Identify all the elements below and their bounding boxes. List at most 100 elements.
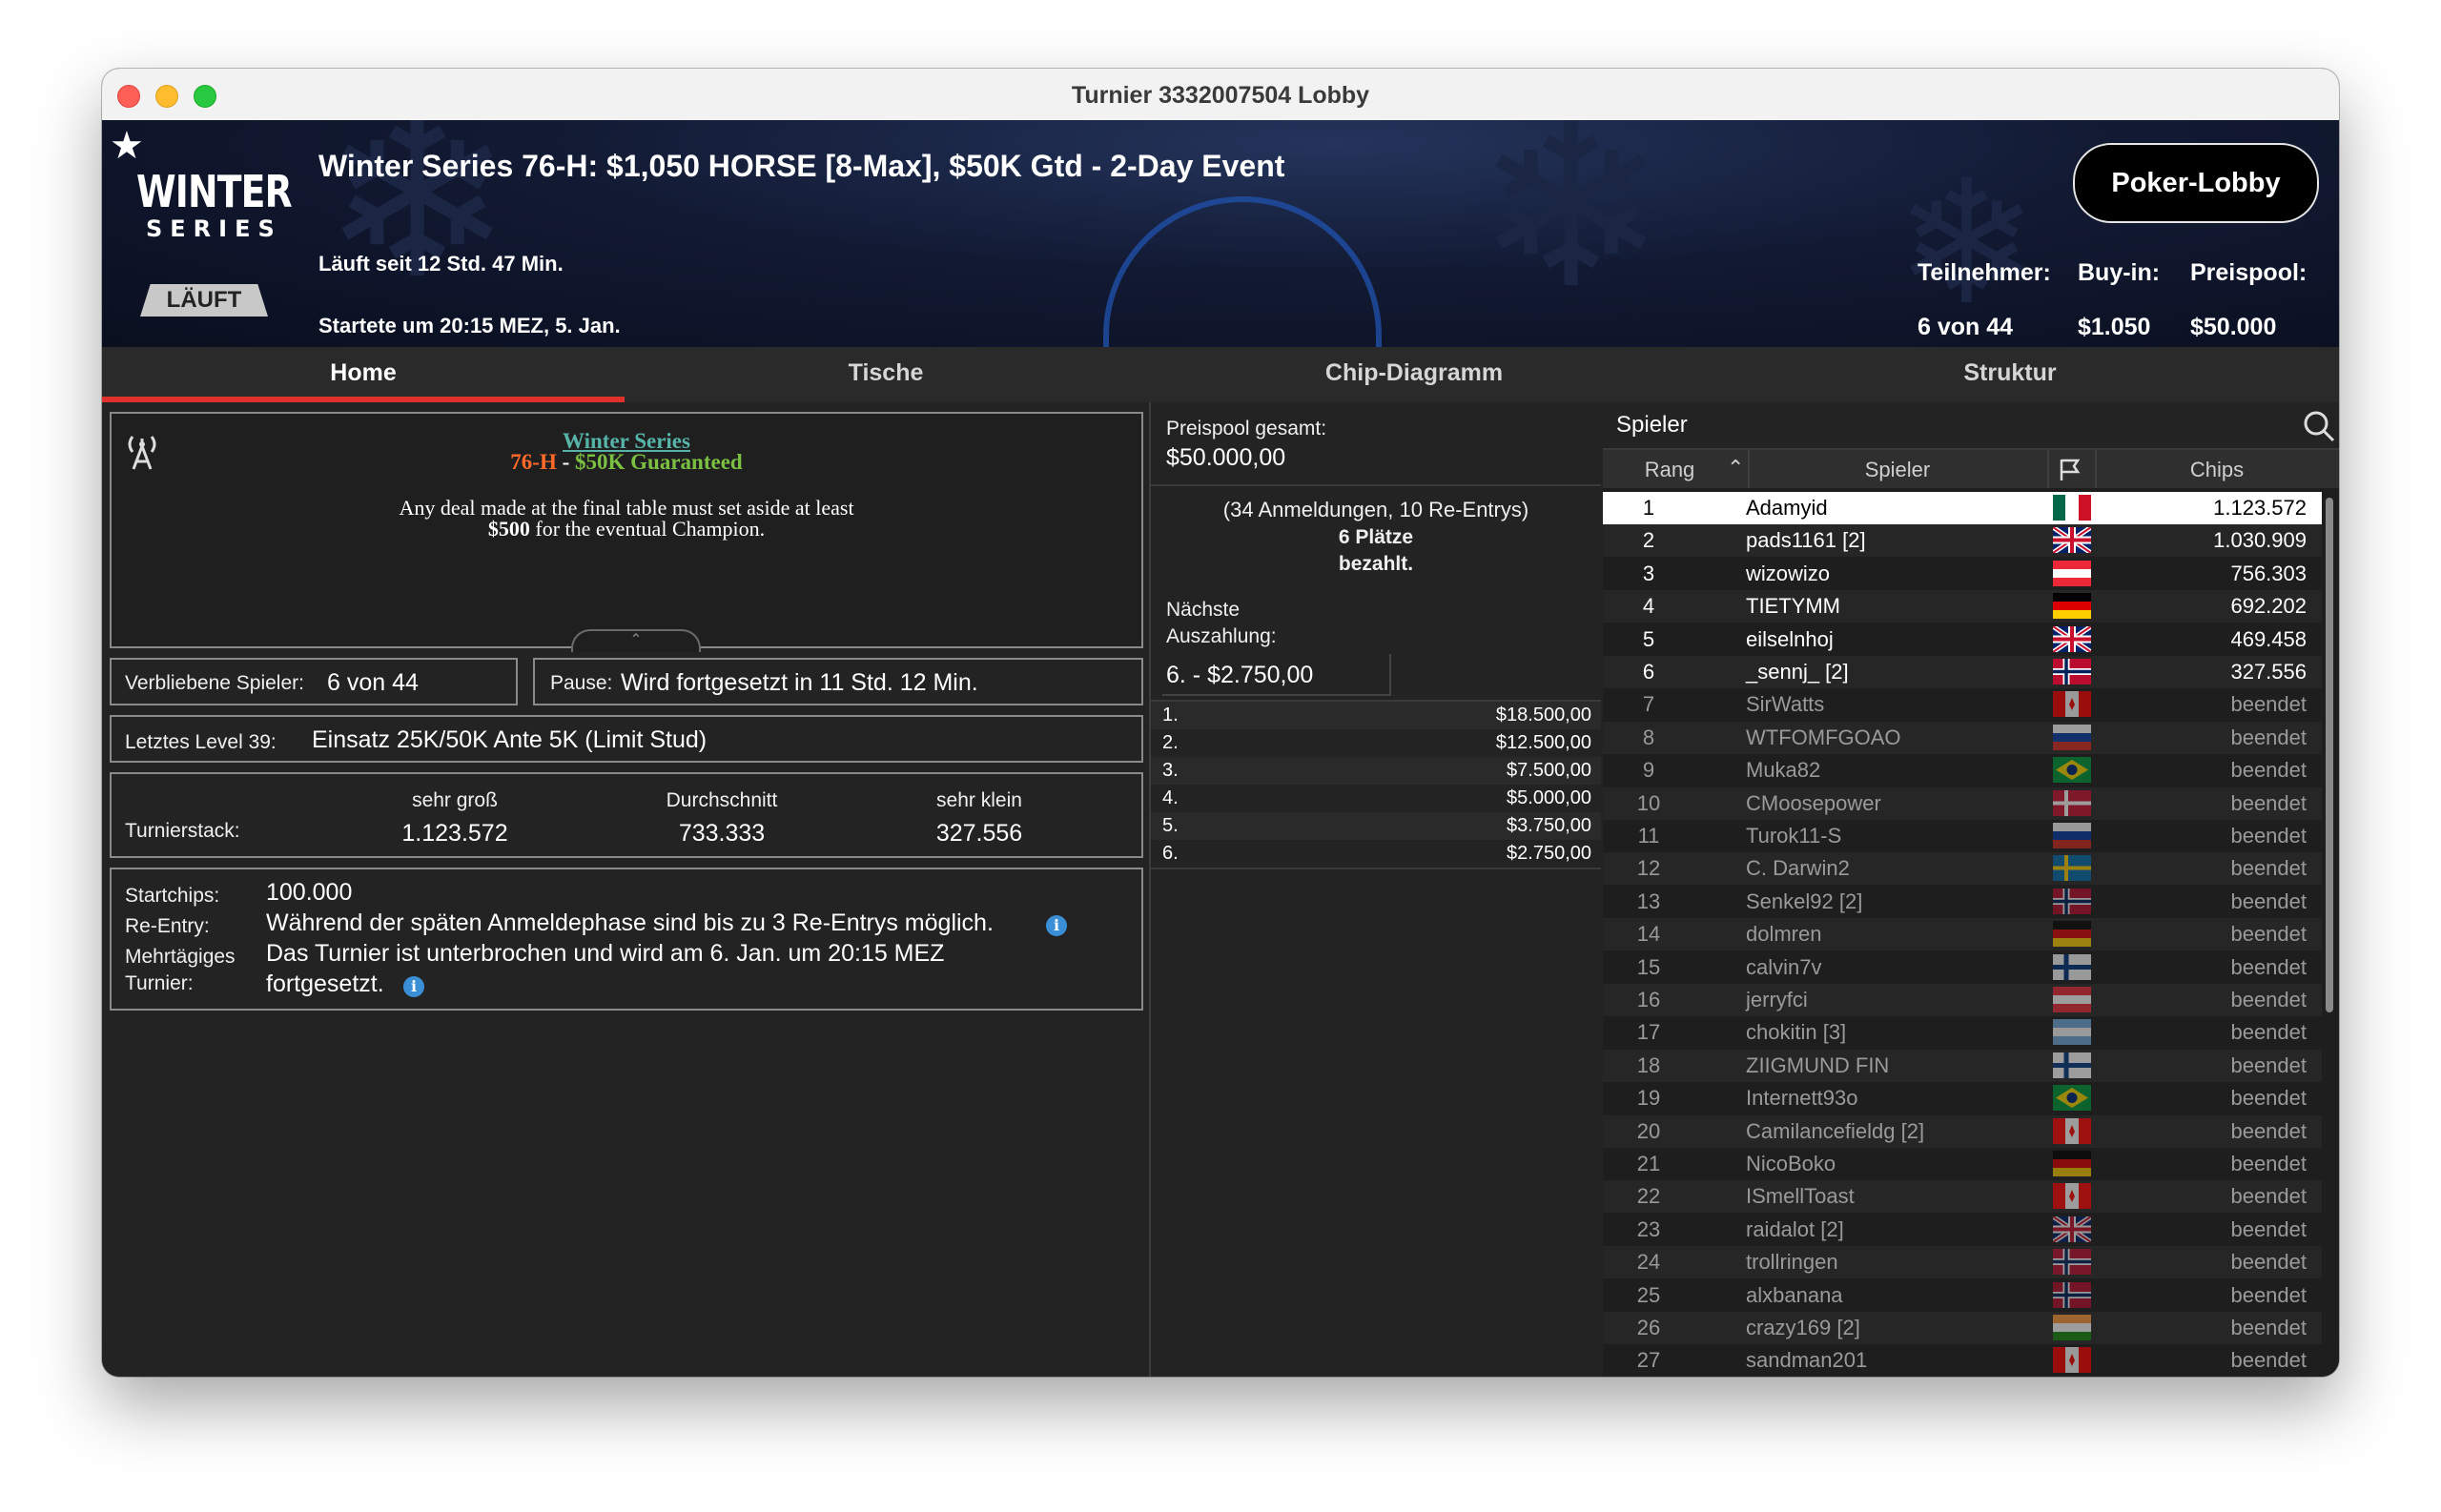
column-rank[interactable]: Rang bbox=[1603, 458, 1736, 482]
tab-structure[interactable]: Struktur bbox=[1681, 347, 2339, 402]
tab-bar: Home Tische Chip-Diagramm Struktur bbox=[102, 347, 2339, 402]
player-name: NicoBoko bbox=[1746, 1152, 1836, 1175]
country-flag-icon bbox=[2051, 623, 2093, 654]
reentry-value: Während der späten Anmeldephase sind bis… bbox=[266, 909, 994, 936]
player-row[interactable]: 17 chokitin [3] beendet bbox=[1603, 1016, 2322, 1050]
country-flag-icon bbox=[2053, 1019, 2091, 1046]
event-title: Winter Series 76-H: $1,050 HORSE [8-Max]… bbox=[318, 149, 1285, 183]
player-chips: beendet bbox=[2230, 1282, 2307, 1307]
payout-row: 4. $5.000,00 bbox=[1151, 785, 1601, 812]
player-rank: 2 bbox=[1642, 528, 1655, 553]
player-row[interactable]: 20 Camilancefieldg [2] beendet bbox=[1603, 1114, 2322, 1148]
player-row[interactable]: 14 dolmren beendet bbox=[1603, 918, 2322, 951]
player-rank: 5 bbox=[1642, 626, 1655, 651]
player-row[interactable]: 1 Adamyid 1.123.572 bbox=[1603, 492, 2322, 524]
player-chips: 1.123.572 bbox=[2213, 496, 2307, 520]
player-row[interactable]: 4 TIETYMM 692.202 bbox=[1603, 590, 2322, 623]
player-name: Camilancefieldg [2] bbox=[1746, 1118, 1925, 1143]
player-row[interactable]: 10 CMoosepower beendet bbox=[1603, 787, 2322, 820]
player-row[interactable]: 6 _sennj_ [2] 327.556 bbox=[1603, 656, 2322, 688]
country-flag-icon bbox=[2053, 1183, 2091, 1210]
pause-value: Wird fortgesetzt in 11 Std. 12 Min. bbox=[621, 669, 978, 696]
announcement-amount: $500 bbox=[487, 517, 530, 541]
favorite-star-icon[interactable]: ★ bbox=[110, 124, 144, 168]
players-column-header: Rang ⌃ Spieler Chips bbox=[1603, 450, 2339, 488]
player-row[interactable]: 26 crazy169 [2] beendet bbox=[1603, 1312, 2322, 1344]
player-chips: beendet bbox=[2230, 856, 2307, 881]
player-row[interactable]: 15 calvin7v beendet bbox=[1603, 950, 2322, 984]
player-rank: 22 bbox=[1636, 1184, 1661, 1209]
player-row[interactable]: 22 ISmellToast beendet bbox=[1603, 1180, 2322, 1214]
player-chips: beendet bbox=[2230, 889, 2307, 913]
column-divider bbox=[2047, 450, 2049, 488]
country-flag-icon bbox=[2053, 659, 2091, 684]
payout-place: 5. bbox=[1162, 815, 1179, 836]
player-row[interactable]: 2 pads1161 [2] 1.030.909 bbox=[1603, 524, 2322, 558]
series-logo-bottom: SERIES bbox=[146, 215, 282, 242]
player-row[interactable]: 23 raidalot [2] beendet bbox=[1603, 1213, 2322, 1246]
player-row[interactable]: 16 jerryfci beendet bbox=[1603, 984, 2322, 1016]
player-row[interactable]: 19 Internett93o beendet bbox=[1603, 1082, 2322, 1115]
places-paid-2: bezahlt. bbox=[1338, 553, 1414, 575]
players-scrollbar[interactable] bbox=[2326, 498, 2333, 1012]
player-rank: 26 bbox=[1636, 1316, 1661, 1339]
search-icon[interactable] bbox=[2303, 410, 2335, 442]
title-bar: Turnier 3332007504 Lobby bbox=[102, 69, 2339, 121]
announcement-guaranteed: $50K Guaranteed bbox=[575, 450, 743, 474]
announcement-box: Winter Series 76-H - $50K Guaranteed Any… bbox=[110, 412, 1143, 652]
country-flag-icon bbox=[2053, 1117, 2091, 1144]
player-rank: 7 bbox=[1642, 692, 1655, 717]
reentry-info-icon[interactable]: i bbox=[1046, 915, 1067, 936]
player-row[interactable]: 25 alxbanana beendet bbox=[1603, 1278, 2322, 1312]
country-flag-icon bbox=[2051, 525, 2093, 556]
places-paid-1: 6 Plätze bbox=[1338, 526, 1414, 548]
country-flag-icon bbox=[2053, 1347, 2091, 1374]
player-row[interactable]: 8 WTFOMFGOAO beendet bbox=[1603, 721, 2322, 754]
startchips-value: 100.000 bbox=[266, 879, 353, 906]
player-row[interactable]: 21 NicoBoko beendet bbox=[1603, 1148, 2322, 1180]
player-row[interactable]: 24 trollringen beendet bbox=[1603, 1246, 2322, 1279]
player-chips: beendet bbox=[2230, 790, 2307, 815]
payout-amount: $3.750,00 bbox=[1507, 815, 1591, 836]
poker-lobby-button[interactable]: Poker-Lobby bbox=[2073, 143, 2319, 223]
player-chips: beendet bbox=[2230, 1316, 2307, 1339]
player-chips: 1.030.909 bbox=[2213, 528, 2307, 553]
snowflake-decoration-icon: ❄ bbox=[1895, 148, 2039, 339]
player-row[interactable]: 9 Muka82 beendet bbox=[1603, 754, 2322, 787]
sort-ascending-icon[interactable]: ⌃ bbox=[1727, 456, 1744, 480]
multiday-info-icon[interactable]: i bbox=[403, 976, 424, 997]
last-level-value: Einsatz 25K/50K Ante 5K (Limit Stud) bbox=[312, 726, 708, 753]
column-chips[interactable]: Chips bbox=[2095, 458, 2339, 482]
window-title: Turnier 3332007504 Lobby bbox=[1071, 82, 1370, 109]
player-name: SirWatts bbox=[1746, 692, 1825, 717]
column-player[interactable]: Spieler bbox=[1748, 458, 2047, 482]
player-row[interactable]: 27 sandman201 beendet bbox=[1603, 1344, 2322, 1377]
stack-average-value: 733.333 bbox=[678, 820, 766, 847]
entrants-value: 6 von 44 bbox=[1918, 314, 2014, 340]
collapse-announcement-button[interactable]: ⌃ bbox=[571, 629, 701, 652]
player-row[interactable]: 12 C. Darwin2 beendet bbox=[1603, 852, 2322, 886]
country-flag-icon bbox=[2053, 987, 2091, 1012]
player-row[interactable]: 18 ZIIGMUND FIN beendet bbox=[1603, 1049, 2322, 1082]
tab-tables[interactable]: Tische bbox=[625, 347, 1147, 402]
player-name: calvin7v bbox=[1746, 954, 1822, 979]
chevron-up-icon: ⌃ bbox=[629, 632, 643, 648]
player-row[interactable]: 5 eilselnhoj 469.458 bbox=[1603, 623, 2322, 656]
flag-column-icon[interactable] bbox=[2057, 458, 2083, 482]
country-flag-icon bbox=[2053, 757, 2091, 784]
buyin-value: $1.050 bbox=[2078, 314, 2151, 340]
player-row[interactable]: 7 SirWatts beendet bbox=[1603, 688, 2322, 722]
player-row[interactable]: 13 Senkel92 [2] beendet bbox=[1603, 885, 2322, 918]
country-flag-icon bbox=[2051, 1214, 2093, 1244]
tab-chip-chart[interactable]: Chip-Diagramm bbox=[1147, 347, 1681, 402]
payout-amount: $5.000,00 bbox=[1507, 787, 1591, 808]
player-row[interactable]: 3 wizowizo 756.303 bbox=[1603, 557, 2322, 590]
stack-smallest-label: sehr klein bbox=[936, 789, 1022, 811]
country-flag-icon bbox=[2053, 495, 2091, 521]
player-name: sandman201 bbox=[1746, 1348, 1868, 1373]
prizepool-label: Preispool: bbox=[2190, 259, 2308, 286]
player-name: eilselnhoj bbox=[1746, 626, 1834, 651]
tab-home[interactable]: Home bbox=[102, 347, 625, 402]
player-rank: 27 bbox=[1636, 1348, 1661, 1373]
player-row[interactable]: 11 Turok11-S beendet bbox=[1603, 820, 2322, 852]
